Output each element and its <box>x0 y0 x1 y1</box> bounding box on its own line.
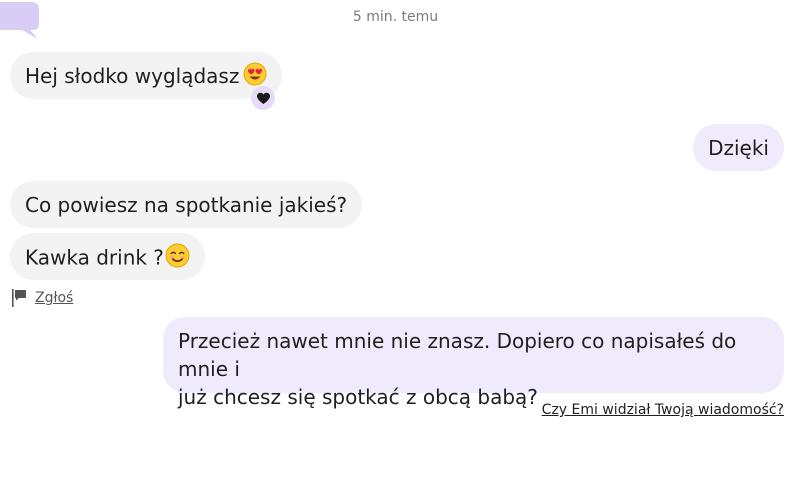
incoming-message: Kawka drink ? <box>10 233 205 280</box>
seen-status-link[interactable]: Czy Emi widział Twoją wiadomość? <box>542 402 784 418</box>
report-label[interactable]: Zgłoś <box>35 290 73 306</box>
heart-icon <box>256 92 270 104</box>
message-text: Hej słodko wyglądasz <box>25 64 240 88</box>
message-text: Kawka drink ? <box>25 245 164 270</box>
message-reaction[interactable] <box>251 86 275 110</box>
message-text: Dzięki <box>708 136 769 160</box>
outgoing-message: Dzięki <box>693 124 784 171</box>
message-text: Co powiesz na spotkanie jakieś? <box>25 193 348 217</box>
incoming-message: Hej słodko wyglądasz <box>10 52 283 99</box>
message-timestamp: 5 min. temu <box>352 9 439 25</box>
message-text-line: Przecież nawet mnie nie znasz. Dopiero c… <box>178 329 737 381</box>
incoming-message: Co powiesz na spotkanie jakieś? <box>10 181 363 228</box>
smiling-emoji <box>165 243 190 275</box>
flag-icon <box>12 289 26 307</box>
report-button[interactable]: Zgłoś <box>11 288 73 308</box>
outgoing-message: Przecież nawet mnie nie znasz. Dopiero c… <box>163 317 784 409</box>
